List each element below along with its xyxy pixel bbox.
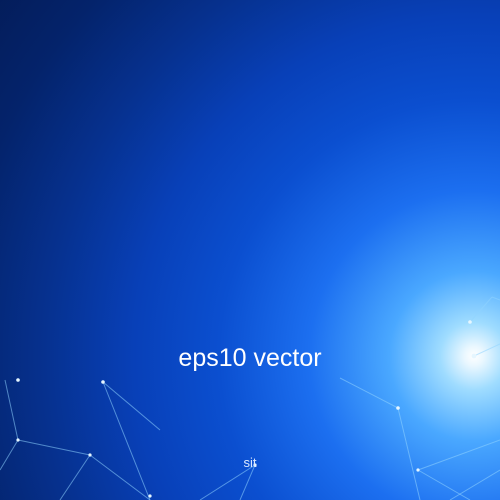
network-line (491, 296, 500, 301)
network-node (468, 320, 472, 324)
network-line (397, 407, 421, 500)
network-lines-graphic (0, 296, 500, 500)
blue-abstract-background: eps10 vector sit (0, 0, 500, 500)
caption-text: sit (243, 455, 257, 470)
network-line (17, 439, 91, 456)
network-line (417, 469, 471, 500)
network-node (16, 438, 20, 442)
network-line (449, 469, 500, 500)
network-node (16, 378, 20, 382)
network-line (102, 381, 161, 431)
network-node (101, 380, 105, 384)
network-node (396, 406, 400, 410)
headline-text: eps10 vector (178, 344, 322, 372)
network-line (4, 379, 19, 441)
network-line (469, 296, 493, 323)
network-node (148, 494, 152, 498)
network-line (339, 377, 399, 409)
